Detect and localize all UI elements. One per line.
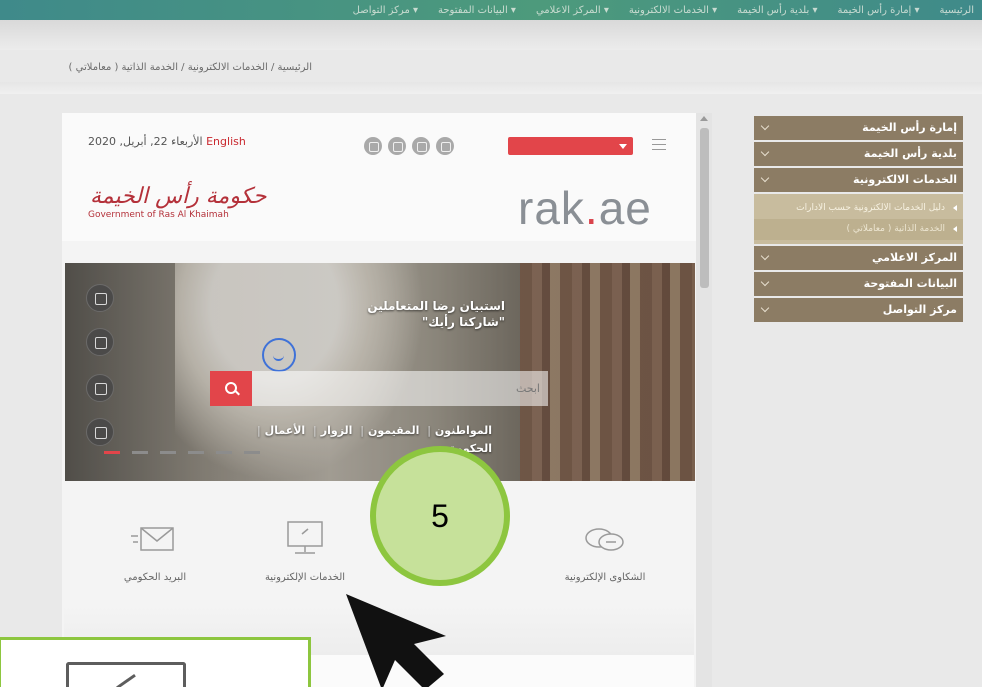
breadcrumb-divider (0, 82, 982, 94)
chevron-down-icon (760, 303, 770, 313)
service-complaints[interactable]: الشكاوى الإلكترونية (550, 518, 660, 583)
rak-logo-main: rak (518, 182, 585, 234)
menu-item-media[interactable]: المركز الاعلامي (754, 246, 963, 270)
carousel-dot[interactable] (188, 451, 204, 454)
government-logo-arabic[interactable]: حكومة رأس الخيمة (90, 184, 266, 209)
chevron-down-icon (760, 121, 770, 131)
carousel-dot[interactable] (244, 451, 260, 454)
tab-visitors[interactable]: الزوار (321, 424, 353, 437)
breadcrumb[interactable]: الرئيسية / الخدمات الالكترونية / الخدمة … (69, 62, 312, 73)
carousel-dot[interactable] (104, 451, 120, 454)
service-label: البريد الحكومي (123, 572, 187, 583)
nav-item-home[interactable]: الرئيسية (940, 5, 974, 16)
carousel-dot[interactable] (216, 451, 232, 454)
menu-item-label: المركز الاعلامي (872, 251, 957, 264)
instagram-icon[interactable] (412, 137, 430, 155)
menu-item-label: إمارة رأس الخيمة (862, 121, 957, 134)
menu-item-emirate[interactable]: إمارة رأس الخيمة (754, 116, 963, 140)
nav-item-open-data[interactable]: البيانات المفتوحة ▾ (438, 5, 516, 16)
government-logo-english[interactable]: Government of Ras Al Khaimah (88, 210, 229, 220)
tab-separator: | (313, 424, 317, 437)
submenu-item-self-service[interactable]: الخدمة الذاتية ( معاملاتي ) (754, 219, 963, 240)
arrow-left-icon (953, 226, 957, 232)
side-menu: إمارة رأس الخيمة بلدية رأس الخيمة الخدما… (754, 116, 963, 324)
nav-item-contact[interactable]: مركز التواصل ▾ (353, 5, 418, 16)
cloud-icon[interactable] (86, 328, 114, 356)
search-input[interactable]: ابحث (252, 371, 548, 406)
envelope-icon (100, 518, 210, 562)
submenu-item-services-guide[interactable]: دليل الخدمات الالكترونية حسب الادارات (754, 198, 963, 219)
chevron-down-icon (760, 277, 770, 287)
submenu-item-label: الخدمة الذاتية ( معاملاتي ) (846, 224, 945, 234)
menu-item-eservices[interactable]: الخدمات الالكترونية (754, 168, 963, 192)
chevron-down-icon (760, 147, 770, 157)
tab-separator: | (360, 424, 364, 437)
chevron-down-icon (619, 144, 627, 149)
rak-logo[interactable]: rak.ae (518, 181, 652, 235)
service-gov-mail[interactable]: البريد الحكومي (100, 518, 210, 583)
smile-chat-icon[interactable] (262, 338, 296, 372)
submenu-item-label: دليل الخدمات الالكترونية حسب الادارات (796, 203, 945, 213)
nav-item-emirate[interactable]: إمارة رأس الخيمة ▾ (837, 5, 919, 16)
mouse-cursor-icon (346, 594, 446, 687)
tab-citizens[interactable]: المواطنون (435, 424, 492, 437)
twitter-icon[interactable] (388, 137, 406, 155)
arrow-left-icon (953, 205, 957, 211)
site-selector-dropdown[interactable] (508, 137, 633, 155)
facebook-icon[interactable] (364, 137, 382, 155)
service-label: الشكاوى الإلكترونية (564, 572, 646, 583)
search-icon[interactable] (210, 371, 252, 406)
scroll-up-arrow[interactable] (700, 116, 708, 121)
menu-item-municipality[interactable]: بلدية رأس الخيمة (754, 142, 963, 166)
rak-logo-tld: ae (598, 182, 652, 234)
hamburger-menu-icon[interactable] (652, 139, 666, 150)
menu-item-label: الخدمات الالكترونية (853, 173, 957, 186)
menu-item-label: مركز التواصل (882, 303, 957, 316)
carousel-dot[interactable] (160, 451, 176, 454)
phone-icon[interactable] (86, 418, 114, 446)
hero-headline[interactable]: استبيان رضا المتعاملين "شاركنا رأيك" (320, 298, 505, 330)
mail-icon[interactable] (86, 284, 114, 312)
header-shade (0, 20, 982, 50)
chevron-down-icon (760, 173, 770, 183)
submenu-eservices: دليل الخدمات الالكترونية حسب الادارات ال… (754, 194, 963, 244)
monitor-icon (66, 662, 186, 687)
service-label: الخدمات الإلكترونية (264, 572, 346, 583)
date-line: الأربعاء 22, أبريل, 2020 English (88, 135, 250, 148)
scrollbar-thumb[interactable] (700, 128, 709, 288)
top-navigation: الرئيسية إمارة رأس الخيمة ▾ بلدية رأس ال… (0, 0, 982, 20)
tab-residents[interactable]: المقيمون (368, 424, 419, 437)
menu-item-label: بلدية رأس الخيمة (863, 147, 957, 160)
carousel-dot[interactable] (132, 451, 148, 454)
step-marker: 5 (370, 446, 510, 586)
nav-item-municipality[interactable]: بلدية رأس الخيمة ▾ (737, 5, 817, 16)
monitor-icon (250, 518, 360, 562)
tab-separator: | (256, 424, 261, 437)
menu-item-label: البيانات المفتوحة (863, 277, 957, 290)
rak-logo-dot: . (584, 182, 599, 234)
nav-item-eservices[interactable]: الخدمات الالكترونية ▾ (629, 5, 717, 16)
menu-item-open-data[interactable]: البيانات المفتوحة (754, 272, 963, 296)
carousel-indicators (104, 451, 260, 454)
thumbs-up-icon[interactable] (86, 374, 114, 402)
tab-separator: | (427, 424, 431, 437)
chevron-down-icon (760, 251, 770, 261)
nav-item-media[interactable]: المركز الاعلامي ▾ (536, 5, 609, 16)
english-link[interactable]: English (206, 135, 246, 148)
service-eservices[interactable]: الخدمات الإلكترونية (250, 518, 360, 583)
youtube-icon[interactable] (436, 137, 454, 155)
menu-item-contact[interactable]: مركز التواصل (754, 298, 963, 322)
tab-business[interactable]: الأعمال (265, 424, 306, 437)
chat-bubbles-icon (550, 518, 660, 562)
date-text: الأربعاء 22, أبريل, 2020 (88, 135, 203, 148)
